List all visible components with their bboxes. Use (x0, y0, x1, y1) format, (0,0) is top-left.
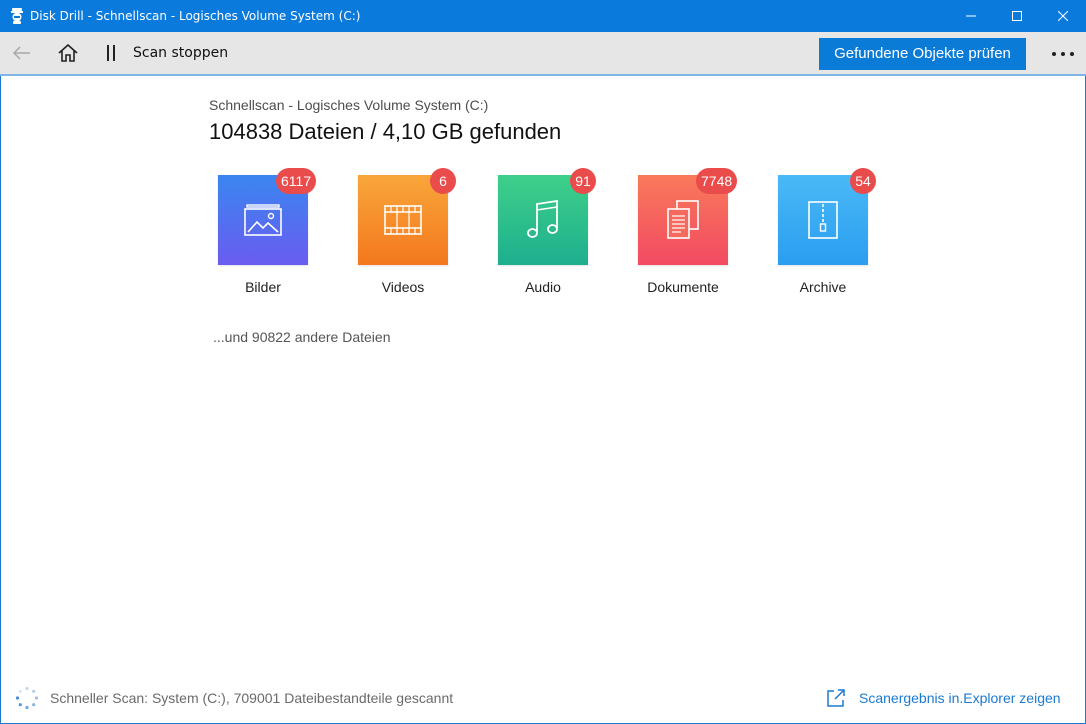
back-button[interactable] (8, 39, 36, 67)
close-icon (1058, 11, 1068, 21)
tile-label-videos[interactable]: Videos (338, 279, 468, 295)
pause-scan-button[interactable] (100, 39, 122, 67)
documents-icon (667, 200, 699, 239)
window-frame (0, 0, 1086, 724)
maximize-icon (1012, 11, 1022, 21)
minimize-icon (966, 15, 976, 17)
music-note-icon (527, 200, 558, 238)
scan-status-text: Schneller Scan: System (C:), 709001 Date… (50, 690, 454, 706)
show-in-explorer-link[interactable]: Scanergebnis in.Explorer zeigen (826, 686, 1061, 710)
show-in-explorer-label[interactable]: Scanergebnis in.Explorer zeigen (859, 690, 1061, 706)
archive-zip-icon (808, 201, 838, 239)
film-icon (384, 205, 422, 235)
tile-label-dokumente[interactable]: Dokumente (618, 279, 748, 295)
results-headline: 104838 Dateien / 4,10 GB gefunden (209, 119, 562, 144)
tile-label-archive[interactable]: Archive (758, 279, 888, 295)
home-icon (58, 44, 78, 62)
scan-subtitle: Schnellscan - Logisches Volume System (C… (209, 97, 489, 113)
external-open-icon (827, 689, 845, 707)
tile-label-bilder[interactable]: Bilder (198, 279, 328, 295)
count-badge-audio: 91 (570, 168, 596, 194)
count-badge-bilder: 6117 (276, 168, 317, 194)
minimize-button[interactable] (948, 0, 994, 32)
title-bar: Disk Drill - Schnellscan - Logisches Vol… (0, 0, 1086, 32)
arrow-left-icon (13, 46, 30, 60)
pause-icon (107, 45, 115, 61)
count-badge-videos: 6 (430, 168, 456, 194)
count-badge-archive: 54 (850, 168, 876, 194)
scan-stop-label[interactable]: Scan stoppen (133, 45, 228, 61)
image-icon (244, 204, 282, 236)
window-title: Disk Drill - Schnellscan - Logisches Vol… (30, 9, 361, 23)
review-found-items-button[interactable]: Gefundene Objekte prüfen (819, 38, 1026, 70)
other-files-link[interactable]: ...und 90822 andere Dateien (213, 329, 390, 345)
toolbar: Scan stoppen Gefundene Objekte prüfen (0, 32, 1086, 76)
count-badge-dokumente: 7748 (696, 168, 738, 194)
close-button[interactable] (1040, 0, 1086, 32)
more-dots-icon (1052, 52, 1074, 56)
tile-label-audio[interactable]: Audio (478, 279, 608, 295)
home-button[interactable] (54, 39, 82, 67)
more-options-button[interactable] (1046, 40, 1080, 68)
loading-spinner-icon (15, 686, 39, 710)
disk-drill-app-icon (11, 8, 23, 24)
maximize-button[interactable] (994, 0, 1040, 32)
